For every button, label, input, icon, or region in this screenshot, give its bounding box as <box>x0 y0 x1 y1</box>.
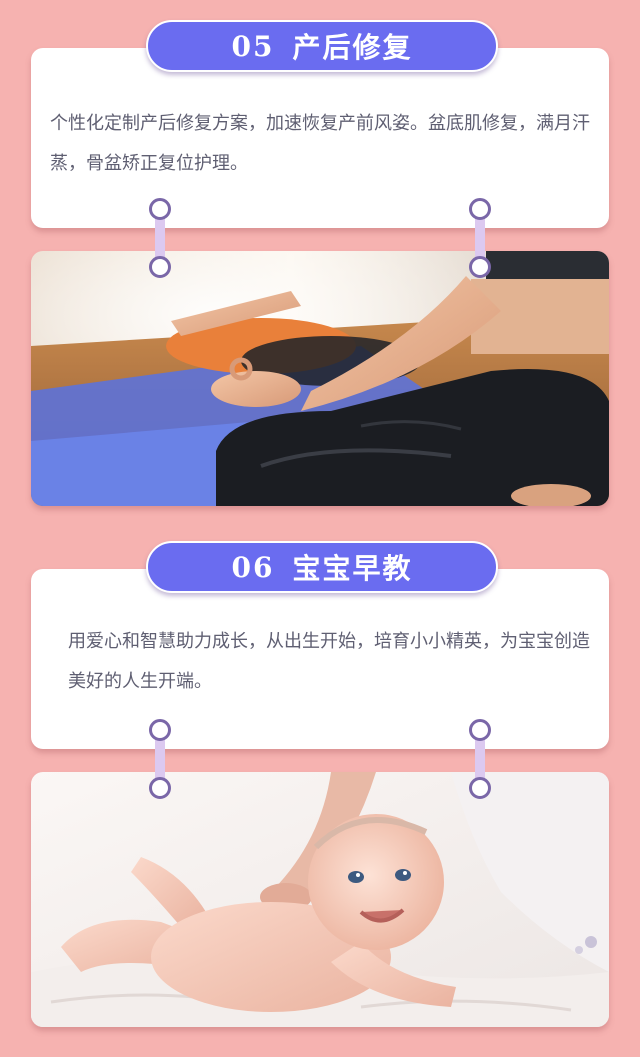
baby-photo <box>31 772 609 1027</box>
section-description: 个性化定制产后修复方案，加速恢复产前风姿。盆底肌修复，满月汗蒸，骨盆矫正复位护理… <box>50 113 590 174</box>
section-title-pill: 06 宝宝早教 <box>146 541 498 593</box>
yoga-photo <box>31 251 609 506</box>
section-description: 用爱心和智慧助力成长，从出生开始，培育小小精英，为宝宝创造美好的人生开端。 <box>68 631 590 692</box>
section-title-pill: 05 产后修复 <box>146 20 498 72</box>
section-number: 05 <box>231 29 275 63</box>
section-number: 06 <box>231 550 275 584</box>
connector-link <box>468 719 492 799</box>
connector-link <box>148 198 172 278</box>
section-title: 产后修复 <box>292 31 413 64</box>
connector-link <box>148 719 172 799</box>
section-title: 宝宝早教 <box>292 552 413 585</box>
connector-link <box>468 198 492 278</box>
